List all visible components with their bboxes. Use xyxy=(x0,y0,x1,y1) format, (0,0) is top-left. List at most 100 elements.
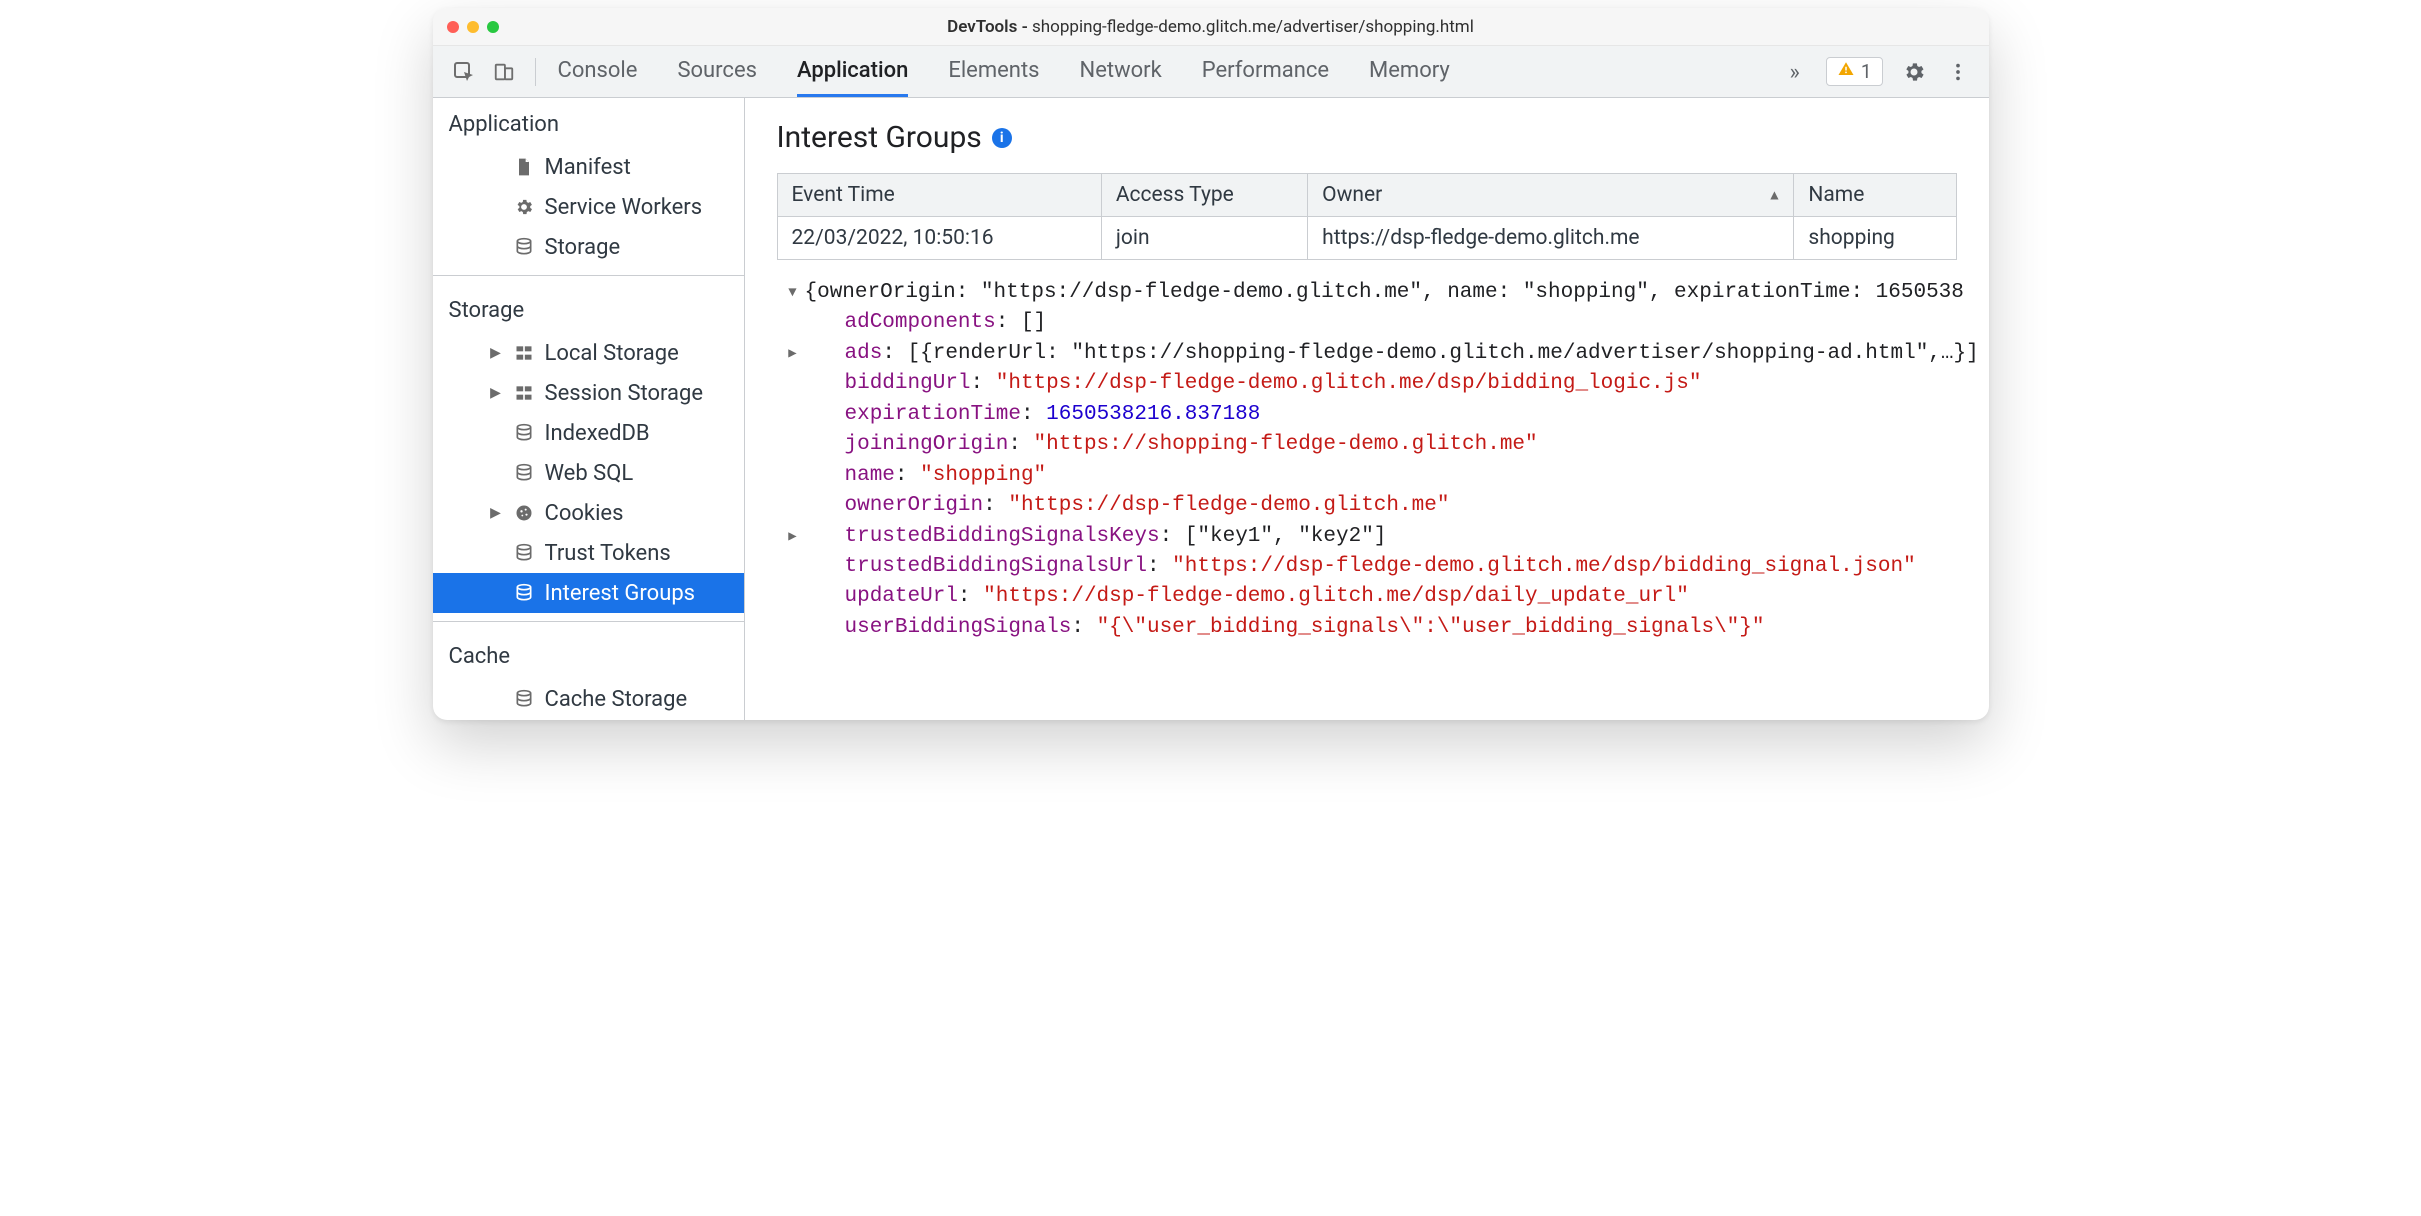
interest-group-details: ▼ {ownerOrigin: "https://dsp-fledge-demo… xyxy=(777,260,1989,647)
devtools-window: DevTools - shopping-fledge-demo.glitch.m… xyxy=(433,8,1989,720)
sidebar-divider xyxy=(433,275,744,276)
sidebar-item-cache-storage[interactable]: Cache Storage xyxy=(433,679,744,719)
interest-groups-table: Event TimeAccess TypeOwner▲Name 22/03/20… xyxy=(777,173,1957,260)
sidebar-item-service-workers[interactable]: Service Workers xyxy=(433,187,744,227)
expand-toggle-icon[interactable]: ▶ xyxy=(781,522,805,552)
close-window-button[interactable] xyxy=(447,21,459,33)
sidebar-section-storage: Storage xyxy=(433,284,744,333)
more-tabs-icon[interactable]: » xyxy=(1790,58,1800,85)
devtools-toolbar: Console Sources Application Elements Network… xyxy=(433,46,1989,98)
sidebar-item-label: IndexedDB xyxy=(545,421,650,446)
application-sidebar: Application Manifest Service Workers Storag… xyxy=(433,98,745,720)
details-summary: {ownerOrigin: "https://dsp-fledge-demo.g… xyxy=(805,278,1964,308)
col-access-type[interactable]: Access Type xyxy=(1101,174,1307,217)
details-biddingUrl: "https://dsp-fledge-demo.glitch.me/dsp/b… xyxy=(996,372,1702,395)
sidebar-item-label: Trust Tokens xyxy=(545,541,671,566)
cell-access_type: join xyxy=(1101,217,1307,260)
expand-toggle-icon[interactable]: ▼ xyxy=(781,278,805,308)
cookie-icon xyxy=(513,502,535,524)
sidebar-item-local-storage[interactable]: ▶ Local Storage xyxy=(433,333,744,373)
chevron-right-icon: ▶ xyxy=(489,505,503,521)
sidebar-item-label: Local Storage xyxy=(545,341,679,366)
traffic-lights xyxy=(433,21,499,33)
sidebar-item-trust-tokens[interactable]: Trust Tokens xyxy=(433,533,744,573)
db-icon xyxy=(513,582,535,604)
db-icon xyxy=(513,542,535,564)
sidebar-divider xyxy=(433,621,744,622)
zoom-window-button[interactable] xyxy=(487,21,499,33)
file-icon xyxy=(513,156,535,178)
sidebar-section-application: Application xyxy=(433,98,744,147)
sidebar-section-cache: Cache xyxy=(433,630,744,679)
sidebar-item-manifest[interactable]: Manifest xyxy=(433,147,744,187)
toolbar-divider xyxy=(535,58,536,86)
details-ads: [{renderUrl: "https://shopping-fledge-de… xyxy=(908,342,1979,365)
issues-count: 1 xyxy=(1861,60,1872,83)
sort-asc-icon: ▲ xyxy=(1768,187,1782,204)
sidebar-item-label: Service Workers xyxy=(545,195,703,220)
window-title: DevTools - shopping-fledge-demo.glitch.m… xyxy=(433,17,1989,37)
gear-icon xyxy=(513,196,535,218)
tab-network[interactable]: Network xyxy=(1080,46,1162,97)
details-joiningOrigin: "https://shopping-fledge-demo.glitch.me" xyxy=(1034,433,1538,456)
inspect-element-icon[interactable] xyxy=(451,59,477,85)
interest-groups-panel: Interest Groups i Event TimeAccess TypeO… xyxy=(745,98,1989,720)
tab-application[interactable]: Application xyxy=(797,46,908,97)
chevron-right-icon: ▶ xyxy=(489,345,503,361)
sidebar-item-label: Interest Groups xyxy=(545,581,696,606)
window-title-url: shopping-fledge-demo.glitch.me/advertise… xyxy=(1032,17,1474,37)
details-name: "shopping" xyxy=(920,464,1046,487)
db-icon xyxy=(513,462,535,484)
col-name[interactable]: Name xyxy=(1794,174,1956,217)
grid-icon xyxy=(513,382,535,404)
cell-name: shopping xyxy=(1794,217,1956,260)
sidebar-item-web-sql[interactable]: Web SQL xyxy=(433,453,744,493)
details-userBiddingSignals: "{\"user_bidding_signals\":\"user_biddin… xyxy=(1097,616,1765,639)
sidebar-item-storage[interactable]: Storage xyxy=(433,227,744,267)
db-icon xyxy=(513,422,535,444)
panel-title-row: Interest Groups i xyxy=(777,120,1989,155)
details-expirationTime: 1650538216.837188 xyxy=(1046,403,1260,426)
sidebar-item-indexeddb[interactable]: IndexedDB xyxy=(433,413,744,453)
sidebar-item-session-storage[interactable]: ▶ Session Storage xyxy=(433,373,744,413)
sidebar-item-cookies[interactable]: ▶ Cookies xyxy=(433,493,744,533)
tab-memory[interactable]: Memory xyxy=(1369,46,1450,97)
sidebar-item-label: Web SQL xyxy=(545,461,634,486)
sidebar-item-label: Session Storage xyxy=(545,381,704,406)
tab-console[interactable]: Console xyxy=(558,46,638,97)
issues-counter[interactable]: 1 xyxy=(1826,57,1883,86)
col-event-time[interactable]: Event Time xyxy=(777,174,1101,217)
col-owner[interactable]: Owner▲ xyxy=(1308,174,1794,217)
chevron-right-icon: ▶ xyxy=(489,385,503,401)
minimize-window-button[interactable] xyxy=(467,21,479,33)
panel-title: Interest Groups xyxy=(777,120,982,155)
devtools-body: Application Manifest Service Workers Storag… xyxy=(433,98,1989,720)
expand-toggle-icon[interactable]: ▶ xyxy=(781,339,805,369)
details-tbsk: ["key1", "key2"] xyxy=(1185,525,1387,548)
warning-icon xyxy=(1837,60,1855,83)
window-title-prefix: DevTools - xyxy=(947,17,1032,37)
sidebar-item-interest-groups[interactable]: Interest Groups xyxy=(433,573,744,613)
cell-event_time: 22/03/2022, 10:50:16 xyxy=(777,217,1101,260)
info-icon[interactable]: i xyxy=(992,128,1012,148)
details-tbsu: "https://dsp-fledge-demo.glitch.me/dsp/b… xyxy=(1172,555,1916,578)
sidebar-item-label: Storage xyxy=(545,235,621,260)
toolbar-right: 1 xyxy=(1826,57,1971,86)
sidebar-item-label: Cookies xyxy=(545,501,624,526)
tab-elements[interactable]: Elements xyxy=(948,46,1039,97)
sidebar-item-label: Manifest xyxy=(545,155,631,180)
tab-performance[interactable]: Performance xyxy=(1202,46,1329,97)
tab-sources[interactable]: Sources xyxy=(677,46,757,97)
details-adComponents: [] xyxy=(1021,311,1046,334)
title-bar: DevTools - shopping-fledge-demo.glitch.m… xyxy=(433,8,1989,46)
details-ownerOrigin: "https://dsp-fledge-demo.glitch.me" xyxy=(1008,494,1449,517)
grid-icon xyxy=(513,342,535,364)
settings-icon[interactable] xyxy=(1901,59,1927,85)
device-toggle-icon[interactable] xyxy=(491,59,517,85)
cell-owner: https://dsp-fledge-demo.glitch.me xyxy=(1308,217,1794,260)
db-icon xyxy=(513,236,535,258)
table-row[interactable]: 22/03/2022, 10:50:16joinhttps://dsp-fled… xyxy=(777,217,1956,260)
details-updateUrl: "https://dsp-fledge-demo.glitch.me/dsp/d… xyxy=(983,585,1689,608)
kebab-menu-icon[interactable] xyxy=(1945,59,1971,85)
sidebar-item-label: Cache Storage xyxy=(545,687,688,712)
